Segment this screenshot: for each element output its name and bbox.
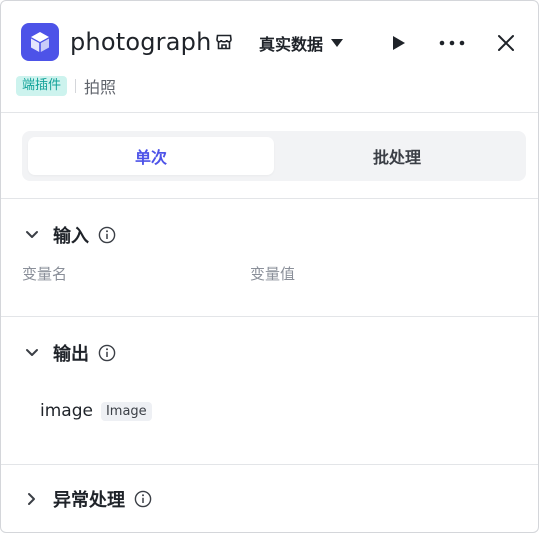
data-mode-select[interactable]: 真实数据 [259, 29, 344, 57]
error-handling-section: 异常处理 [1, 465, 538, 532]
tab-batch[interactable]: 批处理 [274, 137, 520, 175]
info-icon[interactable] [97, 225, 117, 245]
chevron-down-icon [21, 224, 43, 246]
tab-single[interactable]: 单次 [28, 137, 274, 175]
close-button[interactable] [491, 28, 521, 58]
run-button[interactable] [383, 28, 413, 58]
output-section-title: 输出 [53, 344, 89, 365]
data-mode-label: 真实数据 [259, 35, 324, 54]
node-title: photograph [70, 28, 212, 56]
mode-tabs-section: 单次 批处理 [1, 113, 538, 199]
output-section: 输出 image Image [1, 317, 538, 465]
variable-value-column: 变量值 [250, 265, 296, 283]
panel-header: photograph 真实数据 端插件 拍照 [1, 1, 538, 113]
output-item: image Image [40, 401, 152, 421]
more-button[interactable] [437, 28, 467, 58]
plugin-type-tag: 端插件 [16, 76, 68, 96]
close-icon [498, 35, 514, 51]
header-tags: 端插件 拍照 [16, 75, 116, 97]
output-section-header[interactable]: 输出 [21, 339, 117, 367]
more-icon [439, 40, 465, 46]
input-section: 输入 变量名 变量值 [1, 199, 538, 317]
error-section-header[interactable]: 异常处理 [21, 485, 153, 513]
mode-tabs: 单次 批处理 [22, 131, 526, 181]
info-icon[interactable] [133, 489, 153, 509]
cube-icon [21, 23, 59, 61]
input-section-header[interactable]: 输入 [21, 221, 117, 249]
output-name: image [40, 401, 93, 421]
node-panel: photograph 真实数据 端插件 拍照 单次 批处理 输入 变量名 变量值… [0, 0, 539, 533]
variable-name-column: 变量名 [22, 265, 68, 283]
info-icon[interactable] [97, 343, 117, 363]
tag-divider [75, 79, 77, 93]
store-icon[interactable] [213, 31, 235, 53]
chevron-down-icon [21, 342, 43, 364]
input-section-title: 输入 [53, 226, 89, 247]
chevron-right-icon [21, 488, 43, 510]
node-subtitle: 拍照 [84, 78, 117, 97]
error-section-title: 异常处理 [53, 490, 125, 511]
caret-down-icon [331, 39, 344, 47]
output-type-badge: Image [100, 401, 152, 421]
play-icon [393, 36, 405, 50]
